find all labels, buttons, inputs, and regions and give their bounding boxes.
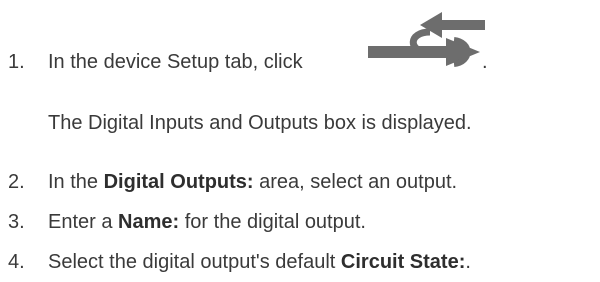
circuit-state-label: Circuit State: — [340, 251, 466, 273]
step-1-text: In the device Setup tab, click — [48, 51, 303, 73]
step-2: 2. In the Digital Outputs: area, select a… — [8, 170, 457, 194]
step-3-text-start: Enter a — [48, 211, 119, 233]
step-3: 3. Enter a Name: for the digital output. — [8, 210, 366, 234]
instructions-document: 1. In the device Setup tab, click . The D… — [0, 0, 600, 282]
step-number: 1. — [8, 51, 25, 73]
step-2-text-start: In the — [48, 171, 104, 193]
digital-outputs-label: Digital Outputs: — [103, 171, 254, 193]
step-number: 2. — [8, 171, 25, 193]
step-1-result: The Digital Inputs and Outputs box is di… — [48, 112, 472, 134]
step-1-period: . — [482, 51, 488, 73]
name-label: Name: — [118, 211, 180, 233]
step-4-text-end: . — [465, 251, 471, 273]
step-number: 4. — [8, 251, 25, 273]
digital-io-arrows-icon — [368, 12, 485, 67]
step-1: 1. In the device Setup tab, click — [8, 50, 303, 74]
step-4: 4. Select the digital output's default Ci… — [8, 250, 471, 274]
step-2-text-end: area, select an output. — [253, 171, 458, 193]
step-3-text-end: for the digital output. — [179, 211, 366, 233]
step-number: 3. — [8, 211, 25, 233]
step-4-text-start: Select the digital output's default — [48, 251, 341, 273]
